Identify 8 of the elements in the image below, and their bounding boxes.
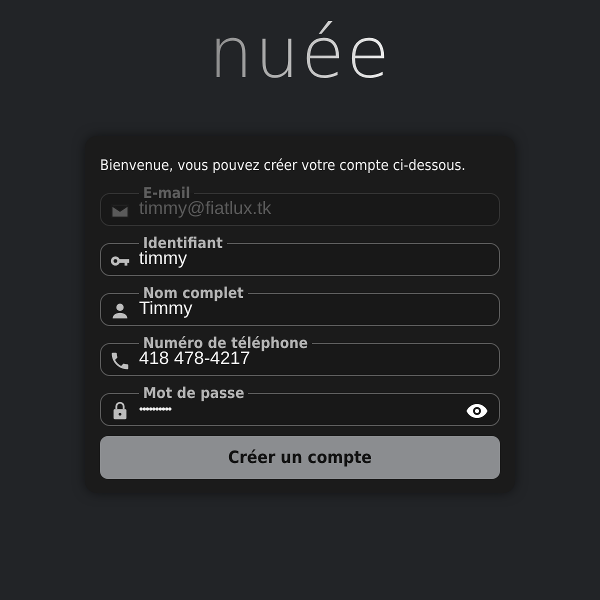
welcome-text: Bienvenue, vous pouvez créer votre compte ci-dessous. <box>100 158 466 174</box>
field-label: Mot de passe <box>142 384 246 402</box>
input-field[interactable]: Mot de passe •••••••••• <box>100 384 500 426</box>
input-field[interactable]: Identifiant timmy <box>100 234 500 276</box>
input-field[interactable]: Numéro de téléphone 418 478-4217 <box>100 334 500 376</box>
input-field[interactable]: Nom complet Timmy <box>100 284 500 326</box>
field-value: •••••••••• <box>139 402 172 416</box>
create-account-button[interactable]: Créer un compte <box>100 436 500 479</box>
